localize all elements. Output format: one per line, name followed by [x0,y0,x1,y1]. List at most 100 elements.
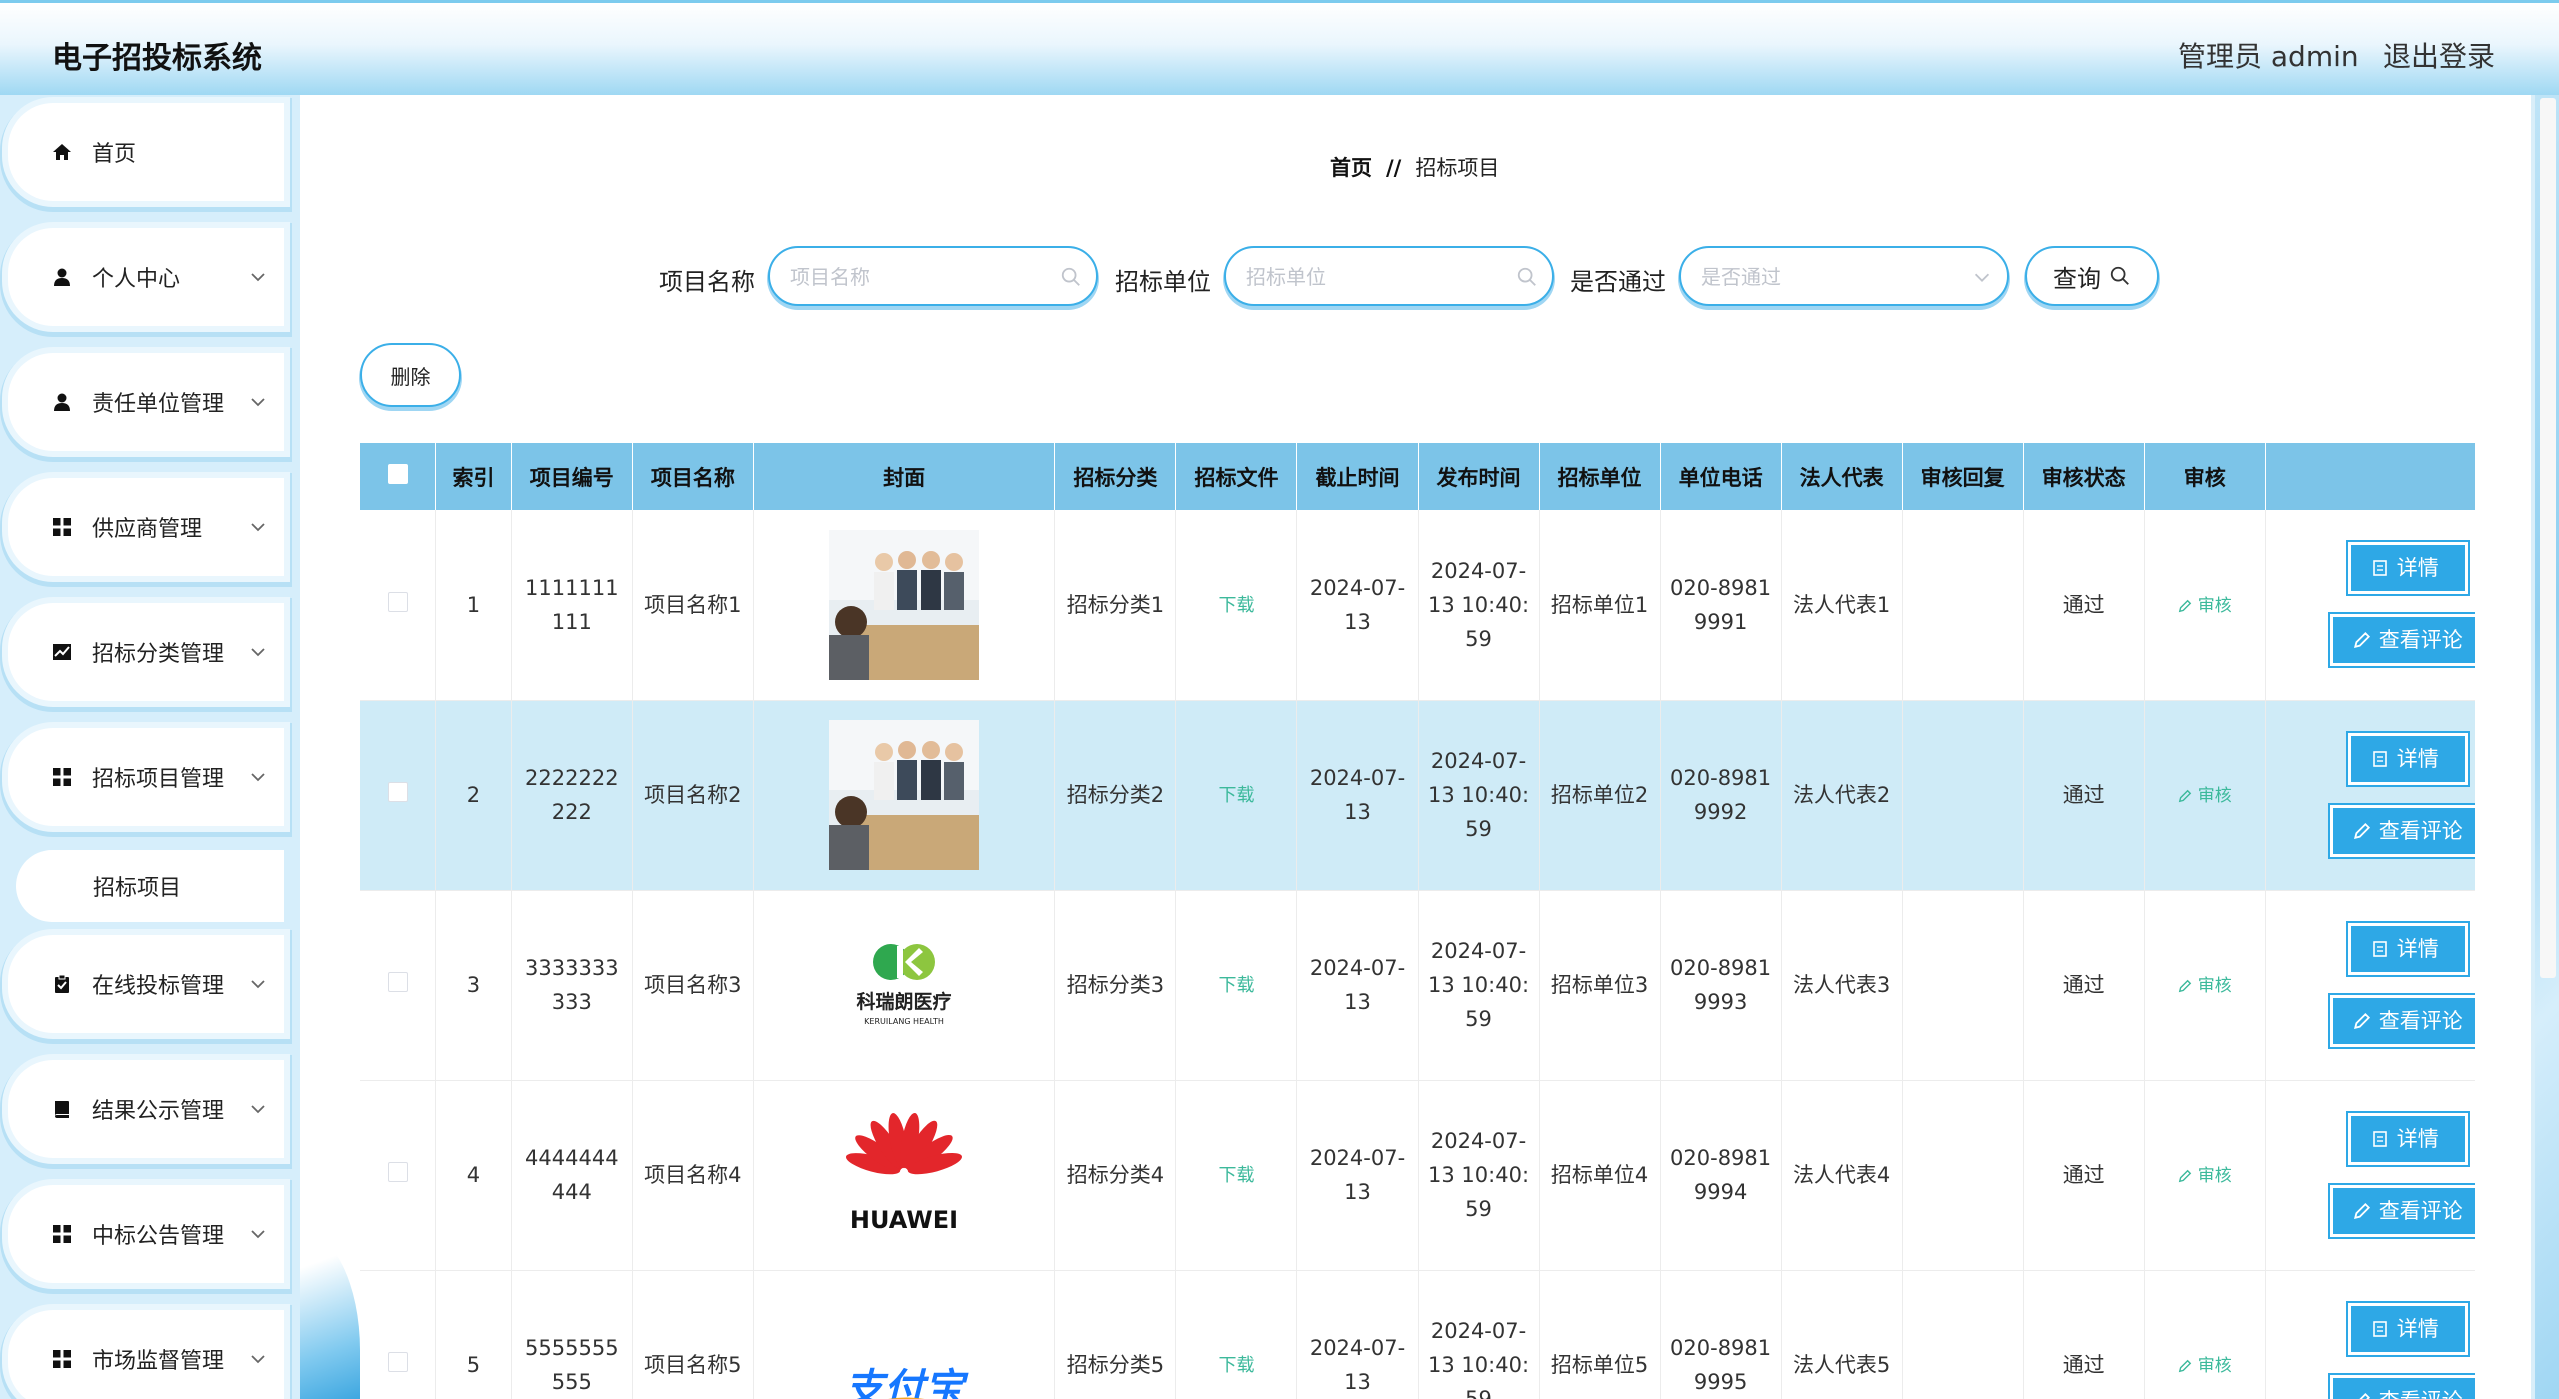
pass-label: 是否通过 [1570,268,1666,296]
detail-button[interactable]: 详情 [2347,732,2468,785]
audit-link[interactable]: 审核 [2178,786,2232,806]
cell-category: 招标分类1 [1054,510,1177,701]
view-comments-button[interactable]: 查看评论 [2329,804,2475,857]
audit-link[interactable]: 审核 [2178,1356,2232,1376]
bid-unit-search[interactable] [1224,246,1554,306]
project-name-input[interactable] [790,260,1050,294]
logout-link[interactable]: 退出登录 [2383,35,2495,75]
sidebar-item-3[interactable]: 责任单位管理 [8,353,284,451]
bid-unit-label: 招标单位 [1115,268,1211,296]
sidebar-item-label: 招标项目管理 [92,767,225,792]
sidebar-item-5[interactable]: 招标分类管理 [8,603,284,701]
row-select-cell[interactable] [360,700,437,891]
sidebar-item-9[interactable]: 中标公告管理 [8,1185,284,1283]
cell-index: 1 [435,510,512,701]
cell-audit: 审核 [2144,1080,2266,1271]
row-checkbox[interactable] [387,782,408,802]
row-checkbox[interactable] [387,972,408,992]
download-link[interactable]: 下载 [1218,1355,1254,1376]
view-comments-button[interactable]: 查看评论 [2329,1374,2475,1399]
chevron-down-icon [251,398,265,407]
scrollbar-thumb[interactable] [2540,98,2556,978]
row-checkbox[interactable] [387,1352,408,1372]
cell-unit-phone: 020-89819993 [1660,890,1782,1081]
download-link[interactable]: 下载 [1218,975,1254,996]
column-header: 审核回复 [1902,443,2024,510]
download-link[interactable]: 下载 [1218,785,1254,806]
table-row[interactable]: 4 4444444444 项目名称4 HUAWEI 招标分类4 下载 2024-07-13 2… [360,1080,2475,1271]
row-select-cell[interactable] [360,1080,437,1271]
breadcrumb-home[interactable]: 首页 [1330,156,1372,180]
detail-button[interactable]: 详情 [2347,922,2468,975]
sidebar-item-6[interactable]: 招标项目管理 [8,728,284,826]
cell-bid-unit: 招标单位2 [1539,700,1661,891]
pass-select-input[interactable] [1701,260,1961,294]
detail-button[interactable]: 详情 [2347,542,2468,594]
column-header: 法人代表 [1781,443,1903,510]
cell-cover: 支付宝 [753,1270,1056,1399]
sidebar-item-label: 结果公示管理 [92,1099,225,1124]
cell-publish-time: 2024-07-13 10:40:59 [1418,700,1540,891]
view-comments-button-label: 查看评论 [2378,628,2463,652]
sidebar-item-1[interactable]: 首页 [8,103,284,201]
project-table-wrapper: 索引 项目编号 项目名称 封面 招标分类 招标文件 截止时间 发布时间 招标单位 单位电话 法人代表… [360,443,2475,1399]
cell-legal-rep: 法人代表5 [1781,1270,1903,1399]
cover-logo: HUAWEI [829,1100,980,1250]
cell-deadline: 2024-07-13 [1296,1270,1419,1399]
home-icon [50,140,74,164]
sidebar: 首页个人中心责任单位管理 供应商管理招标分类管理招标项目管理在线投标管理结果公示管… [0,95,300,1399]
sidebar-subitem-bid-projects[interactable]: 招标项目 [16,850,284,922]
row-checkbox[interactable] [387,1162,408,1182]
row-checkbox[interactable] [387,591,408,612]
view-comments-button[interactable]: 查看评论 [2329,614,2475,666]
sidebar-item-4[interactable]: 供应商管理 [8,478,284,576]
view-comments-button[interactable]: 查看评论 [2329,1184,2475,1237]
cell-audit-reply [1902,510,2024,701]
audit-link[interactable]: 审核 [2178,1166,2232,1186]
row-select-cell[interactable] [360,510,437,701]
table-row[interactable]: 3 3333333333 项目名称3 科瑞朗医疗 KERUILANG HEALTH 招标分… [360,890,2475,1081]
cell-audit-status: 通过 [2023,700,2145,891]
detail-button-label: 详情 [2396,1126,2439,1151]
sidebar-item-10[interactable]: 市场监督管理 [8,1310,284,1399]
cell-publish-time: 2024-07-13 10:40:59 [1418,1080,1540,1271]
audit-link[interactable]: 审核 [2178,976,2232,996]
bid-unit-input[interactable] [1246,260,1506,294]
grid-icon [50,1347,74,1371]
select-all-header[interactable] [360,443,437,510]
cell-publish-time: 2024-07-13 10:40:59 [1418,890,1540,1081]
breadcrumb-current: 招标项目 [1415,156,1500,180]
download-link[interactable]: 下载 [1218,595,1254,616]
column-header: 审核状态 [2023,443,2145,510]
user-icon [50,390,74,414]
cell-legal-rep: 法人代表4 [1781,1080,1903,1271]
query-button[interactable]: 查询 [2025,246,2159,306]
cell-publish-time: 2024-07-13 10:40:59 [1418,510,1540,701]
view-comments-button[interactable]: 查看评论 [2329,994,2475,1047]
row-select-cell[interactable] [360,1270,437,1399]
project-name-search[interactable] [768,246,1098,306]
sidebar-item-2[interactable]: 个人中心 [8,228,284,326]
table-row[interactable]: 1 1111111111 项目名称1 招标分类1 下载 2024-07-13 2024-07… [360,510,2475,701]
cell-operations: 详情查看评论 [2265,890,2475,1081]
row-select-cell[interactable] [360,890,437,1081]
search-icon [2110,266,2129,285]
download-link[interactable]: 下载 [1218,1165,1254,1186]
table-row[interactable]: 2 2222222222 项目名称2 招标分类2 下载 2024-07-13 2024-07… [360,700,2475,891]
cell-deadline: 2024-07-13 [1296,1080,1419,1271]
cell-audit-reply [1902,1270,2024,1399]
sidebar-item-7[interactable]: 在线投标管理 [8,935,284,1033]
pass-select[interactable] [1679,246,2009,306]
audit-link[interactable]: 审核 [2178,596,2232,616]
sidebar-item-8[interactable]: 结果公示管理 [8,1060,284,1158]
top-header: 电子招投标系统 管理员 admin 退出登录 [0,0,2559,95]
edit-icon [2358,1392,2370,1399]
view-comments-button-label: 查看评论 [2379,1384,2463,1399]
select-all-checkbox[interactable] [387,464,408,484]
cell-index: 4 [435,1080,512,1271]
delete-button[interactable]: 删除 [360,343,461,407]
sidebar-item-label: 首页 [92,142,137,167]
detail-button[interactable]: 详情 [2347,1112,2468,1165]
table-row[interactable]: 5 5555555555 项目名称5 支付宝 招标分类5 下载 2024-07-13 2024… [360,1270,2475,1399]
detail-button[interactable]: 详情 [2347,1302,2468,1355]
